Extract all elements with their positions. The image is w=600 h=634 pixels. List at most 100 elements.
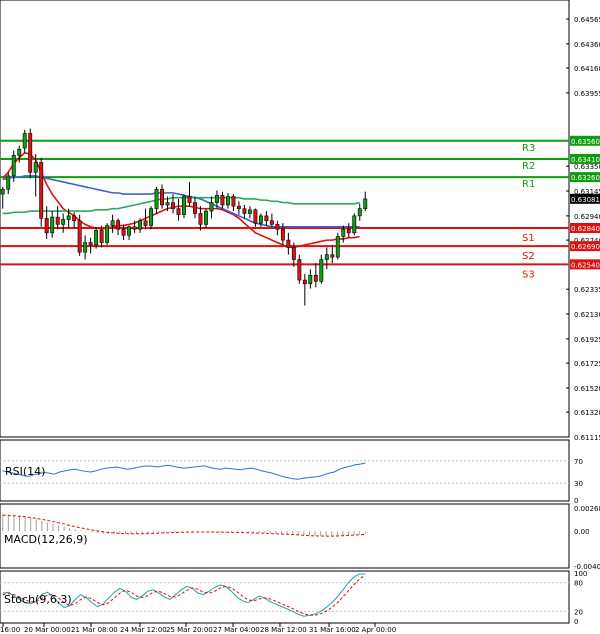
candle-body [77,220,82,253]
candle-body [160,188,164,206]
candle-body [231,196,236,207]
candle-body [110,220,115,226]
x-axis-tick-label: 24 Mar 12:00 [120,626,167,634]
x-axis-tick-label: 31 Mar 16:00 [309,626,356,634]
candle-body [215,194,219,203]
price-y-tick-label: 0.61925 [574,336,600,344]
candle-body [17,148,22,156]
candle-body [11,155,16,177]
price-y-tick-label: 0.61725 [574,360,600,368]
candle-body [149,208,153,226]
x-axis-tick-label: 16:00 [0,626,20,634]
candle-body [66,215,71,220]
level-label-r3: R3 [522,143,535,154]
price-y-tick-label: 0.61520 [574,385,600,393]
candle-body [182,196,186,215]
price-y-tick-label: 0.61320 [574,409,600,417]
candle-body [61,219,66,225]
candle-body [50,216,55,234]
level-label-s2: S2 [522,251,535,262]
x-axis-tick-label: 27 Mar 04:00 [213,626,260,634]
candle-body [330,254,335,258]
rsi-y-tick-label: 0 [574,497,578,505]
candle-body [83,242,88,253]
x-axis-tick-label: 28 Mar 12:00 [260,626,307,634]
price-y-tick-label: 0.64360 [574,41,600,49]
level-price-tag-text: 0.63410 [571,156,600,164]
candle-body [341,228,346,237]
macd-y-tick-label: 0.00268 [574,505,600,513]
candle-body [44,218,49,234]
candle-body [55,216,60,225]
candle-body [346,228,351,234]
candle-body [116,220,121,230]
stoch-y-tick-label: 0 [574,618,578,626]
x-axis-tick-label: 2 Apr 00:00 [355,626,396,634]
candle-body [94,230,99,246]
level-price-tag-text: 0.62540 [571,261,600,269]
rsi-y-tick-label: 30 [574,480,583,488]
level-label-s3: S3 [522,269,535,280]
candle-body [127,226,132,236]
candle-body [22,133,27,149]
candle-body [275,224,280,230]
stoch-y-tick-label: 80 [574,580,583,588]
candle-body [335,236,340,258]
candle-body [72,215,77,222]
candle-body [319,259,324,282]
candle-body [286,239,291,248]
candle-body [280,228,285,241]
trading-chart: 0.645650.643600.641600.639550.633500.631… [0,0,600,634]
candle-body [209,202,214,212]
candle-body [264,215,269,222]
candle-body [165,202,170,206]
level-price-tag-text: 0.62840 [571,225,600,233]
candle-body [313,274,318,282]
candle-body [143,220,148,226]
price-y-tick-label: 0.64565 [574,16,600,24]
candle-body [88,242,93,246]
macd-y-tick-label: 0.00 [574,528,590,536]
x-axis-tick-label: 25 Mar 20:00 [166,626,213,634]
x-axis-tick-label: 20 Mar 00:00 [24,626,71,634]
candle-body [352,215,357,234]
chart-background [0,0,600,634]
current-price-tag-text: 0.63081 [571,196,600,204]
rsi-label: RSI(14) [5,465,45,478]
rsi-y-tick-label: 70 [574,458,583,466]
candle-body [297,259,302,281]
candle-body [225,196,230,206]
level-price-tag-text: 0.63260 [571,174,600,182]
candle-body [6,175,11,190]
candle-body [28,133,33,173]
candle-body [324,254,329,260]
candle-body [176,208,181,215]
candle-body [308,274,313,285]
stoch-label: Stoch(9,6,3) [4,593,72,606]
candle-body [0,188,5,195]
candle-body [99,230,104,243]
candle-body [247,209,252,214]
candle-body [105,225,110,243]
candle-body [132,226,137,230]
level-price-tag-text: 0.63560 [571,138,600,146]
price-y-tick-label: 0.63350 [574,163,600,171]
price-y-tick-label: 0.63955 [574,90,600,98]
candle-body [269,220,274,225]
price-y-tick-label: 0.62940 [574,213,600,221]
candle-body [291,247,296,260]
candle-body [187,196,192,203]
candle-body [171,202,175,209]
macd-label: MACD(12,26,9) [4,533,88,546]
price-y-tick-label: 0.61115 [574,434,600,442]
price-y-tick-label: 0.62335 [574,286,600,294]
candle-body [253,209,258,224]
candle-body [242,208,247,214]
candle-body [39,162,44,219]
candle-body [154,188,159,209]
candle-body [204,210,208,225]
candle-body [357,208,362,217]
price-y-tick-label: 0.64160 [574,65,600,73]
candle-body [138,220,143,230]
candle-body [193,202,197,214]
